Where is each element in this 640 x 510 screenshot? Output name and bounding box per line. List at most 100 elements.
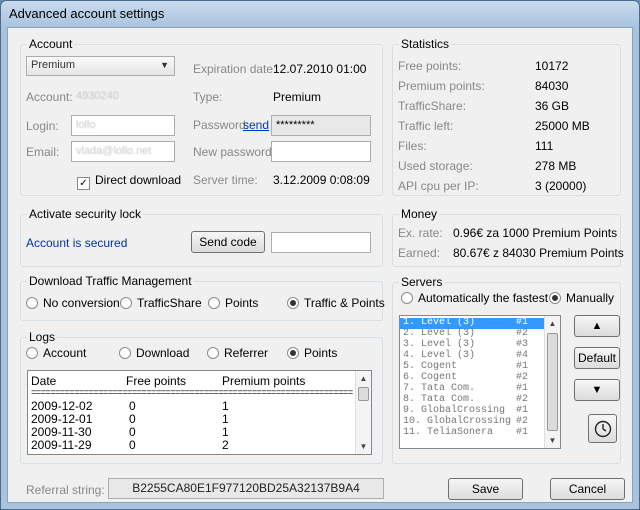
statistics-group: Statistics Free points: 10172 Premium po… [392, 37, 621, 196]
cancel-button[interactable]: Cancel [550, 478, 625, 500]
traffic-option-label: No conversion [43, 296, 120, 310]
server-list-scrollbar[interactable]: ▲ ▼ [544, 316, 560, 448]
stat-label: Free points: [398, 59, 462, 73]
dialog-client-area: Account Premium ▼ Account: 4930240 Login… [7, 27, 633, 503]
scroll-down-icon[interactable]: ▼ [545, 433, 560, 448]
stat-value: 25000 MB [535, 119, 590, 133]
speed-test-button[interactable] [588, 414, 617, 443]
traffic-option-points[interactable]: Points [208, 296, 258, 310]
money-group-label: Money [399, 207, 440, 221]
radio-icon [207, 347, 219, 359]
server-auto-radio[interactable]: Automatically the fastest [401, 291, 548, 305]
server-auto-label: Automatically the fastest [418, 291, 549, 305]
login-input-value: lollo [76, 119, 96, 131]
traffic-option-trafficshare[interactable]: TrafficShare [120, 296, 202, 310]
expiration-value: 12.07.2010 01:00 [273, 62, 367, 76]
radio-icon [119, 347, 131, 359]
default-servers-button[interactable]: Default [574, 347, 620, 369]
type-value: Premium [273, 90, 322, 104]
account-group: Account Premium ▼ Account: 4930240 Login… [20, 37, 383, 196]
stat-label: Used storage: [398, 159, 473, 173]
account-type-select-value: Premium [31, 59, 76, 71]
login-input[interactable]: lollo [71, 115, 175, 136]
logs-header-free: Free points [126, 374, 187, 388]
logs-group-label: Logs [27, 330, 58, 344]
logs-row: 2009-12-01 0 1 [31, 412, 229, 426]
earned-value: 80.67€ z 84030 Premium Points [453, 246, 624, 260]
server-list-items: 1. Level (3) #1 2. Level (3) #2 3. Level (… [400, 317, 546, 439]
new-password-input[interactable] [271, 141, 371, 162]
exchange-rate-label: Ex. rate: [398, 226, 443, 240]
new-password-label: New password: [193, 145, 276, 159]
security-code-input[interactable] [271, 232, 371, 253]
scroll-down-icon[interactable]: ▼ [356, 439, 371, 454]
radio-selected-icon [287, 297, 299, 309]
server-manual-label: Manually [566, 291, 615, 305]
send-code-button[interactable]: Send code [191, 231, 265, 253]
logs-option-download[interactable]: Download [119, 346, 189, 360]
logs-option-label: Download [136, 346, 190, 360]
stat-label: Traffic left: [398, 119, 454, 133]
server-time-value: 3.12.2009 0:08:09 [273, 173, 370, 187]
radio-icon [26, 297, 38, 309]
title-bar[interactable]: Advanced account settings [1, 1, 639, 27]
traffic-management-group-label: Download Traffic Management [27, 274, 194, 288]
stat-label: Files: [398, 139, 427, 153]
stat-value: 84030 [535, 79, 569, 93]
security-lock-group-label: Activate security lock [27, 207, 144, 221]
send-password-link[interactable]: send [243, 118, 269, 132]
logs-text-area[interactable]: Date Free points Premium points ========… [27, 370, 372, 455]
radio-selected-icon [549, 292, 561, 304]
login-label: Login: [26, 119, 59, 133]
referral-string-value: B2255CA80E1F977120BD25A32137B9A4 [132, 481, 360, 495]
stat-value: 10172 [535, 59, 569, 73]
server-manual-radio[interactable]: Manually [549, 291, 614, 305]
save-button[interactable]: Save [448, 478, 523, 500]
exchange-rate-value: 0.96€ za 1000 Premium Points [453, 226, 618, 240]
traffic-option-traffic-points[interactable]: Traffic & Points [287, 296, 385, 310]
logs-header-premium: Premium points [222, 374, 306, 388]
direct-download-label: Direct download [95, 173, 182, 187]
traffic-management-group: Download Traffic Management No conversio… [20, 274, 385, 321]
password-value: ********* [276, 119, 315, 131]
traffic-option-label: TrafficShare [137, 296, 202, 310]
servers-group-label: Servers [399, 275, 445, 289]
logs-option-points[interactable]: Points [287, 346, 337, 360]
security-status: Account is secured [26, 236, 128, 250]
stat-label: API cpu per IP: [398, 179, 479, 193]
traffic-option-label: Traffic & Points [304, 296, 385, 310]
email-label: Email: [26, 145, 60, 159]
stat-label: Premium points: [398, 79, 485, 93]
logs-scrollbar[interactable]: ▲ ▼ [355, 371, 371, 454]
server-list[interactable]: 1. Level (3) #1 2. Level (3) #2 3. Level (… [399, 315, 561, 449]
stat-value: 3 (20000) [535, 179, 587, 193]
radio-icon [401, 292, 413, 304]
logs-option-referrer[interactable]: Referrer [207, 346, 268, 360]
stat-label: TrafficShare: [398, 99, 467, 113]
email-input[interactable]: vlada@lollo.net [71, 141, 175, 162]
scroll-thumb[interactable] [547, 333, 558, 431]
window: Advanced account settings Account Premiu… [0, 0, 640, 510]
server-time-label: Server time: [193, 173, 258, 187]
server-list-item[interactable]: 11. TeliaSonera #1 [400, 427, 546, 439]
logs-header-date: Date [31, 374, 57, 388]
scroll-thumb[interactable] [358, 387, 369, 401]
account-type-select[interactable]: Premium ▼ [26, 56, 175, 76]
traffic-option-no-conversion[interactable]: No conversion [26, 296, 120, 310]
logs-group: Logs Account Download Referrer Points Da… [20, 330, 383, 464]
radio-icon [208, 297, 220, 309]
scroll-up-icon[interactable]: ▲ [356, 371, 371, 386]
scroll-up-icon[interactable]: ▲ [545, 316, 560, 331]
account-group-label: Account [27, 37, 75, 51]
logs-row: 2009-11-29 0 2 [31, 438, 229, 452]
servers-group: Servers Automatically the fastest Manual… [392, 275, 621, 464]
logs-row: 2009-12-02 0 1 [31, 399, 229, 413]
radio-icon [26, 347, 38, 359]
move-server-up-button[interactable]: ▲ [574, 315, 620, 337]
referral-string-field: B2255CA80E1F977120BD25A32137B9A4 [108, 478, 384, 499]
direct-download-checkbox[interactable]: ✓ Direct download [77, 173, 181, 190]
security-lock-group: Activate security lock Account is secure… [20, 207, 383, 267]
move-server-down-button[interactable]: ▼ [574, 379, 620, 401]
logs-option-account[interactable]: Account [26, 346, 86, 360]
password-field: ********* [271, 115, 371, 136]
